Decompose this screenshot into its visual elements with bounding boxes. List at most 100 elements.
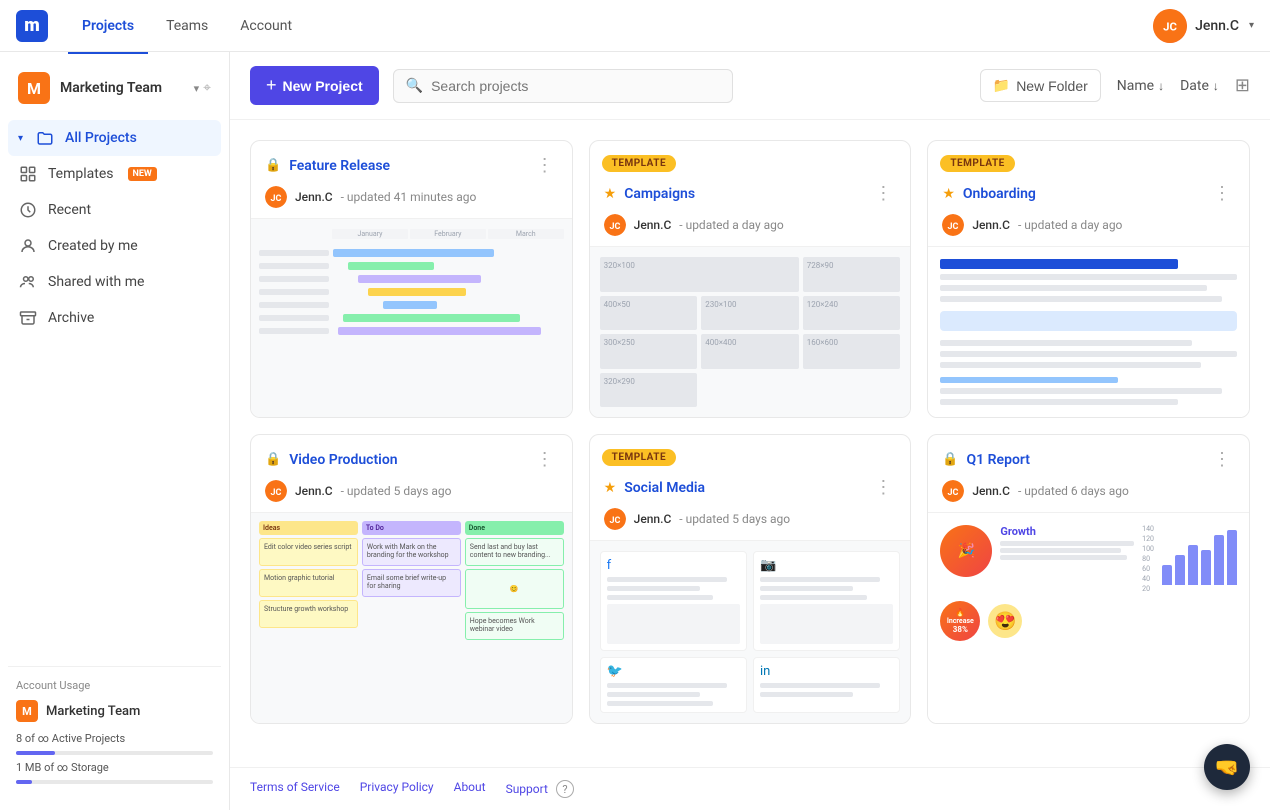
chat-bubble[interactable]: 🤜 [1204,744,1250,790]
account-usage: Account Usage M Marketing Team 8 of ∞ Ac… [8,666,221,798]
workspace-header[interactable]: M Marketing Team ▾ ⌖ [8,64,221,112]
card-avatar: JC [942,214,964,236]
avatar[interactable]: JC [1153,9,1187,43]
project-card-q1-report[interactable]: 🔒 Q1 Report ⋮ JC Jenn.C - updated 6 days… [927,434,1250,724]
card-preview-kanban: Ideas Edit color video series script Mot… [251,512,572,723]
sidebar-item-label: Shared with me [48,274,144,290]
card-updated: - updated a day ago [679,218,783,232]
project-card-social-media[interactable]: TEMPLATE ★ Social Media ⋮ JC Jenn.C - up… [589,434,912,724]
footer-terms-link[interactable]: Terms of Service [250,780,340,798]
new-folder-label: New Folder [1016,78,1088,94]
help-icon[interactable]: ? [556,780,574,798]
card-avatar: JC [942,480,964,502]
card-author: Jenn.C [972,218,1010,232]
new-folder-button[interactable]: 📁 New Folder [980,69,1101,102]
projects-grid: 🔒 Feature Release ⋮ JC Jenn.C - updated … [230,120,1270,767]
top-nav: m Projects Teams Account JC Jenn.C ▾ [0,0,1270,52]
nav-teams[interactable]: Teams [152,12,222,40]
sidebar-item-label: Archive [48,310,94,326]
footer-about-link[interactable]: About [454,780,486,798]
sidebar-item-created-by-me[interactable]: Created by me [8,228,221,264]
recent-icon [18,200,38,220]
template-badge: TEMPLATE [940,155,1014,172]
card-updated: - updated a day ago [1018,218,1122,232]
new-project-button[interactable]: + New Project [250,66,379,105]
lock-icon: 🔒 [942,452,958,467]
footer: Terms of Service Privacy Policy About Su… [230,767,1270,810]
folder-icon [35,128,55,148]
project-card-onboarding[interactable]: TEMPLATE ★ Onboarding ⋮ JC Jenn.C - upda… [927,140,1250,418]
sidebar-item-archive[interactable]: Archive [8,300,221,336]
card-menu-button[interactable]: ⋮ [532,153,558,178]
new-project-label: New Project [283,78,363,94]
grid-view-button[interactable]: ⊞ [1235,75,1250,96]
nav-projects[interactable]: Projects [68,12,148,40]
group-icon [18,272,38,292]
svg-text:JC: JC [609,222,620,232]
sort-date-label: Date [1180,78,1209,94]
user-name[interactable]: Jenn.C [1195,18,1239,34]
folder-plus-icon: 📁 [993,77,1010,94]
card-title: Feature Release [289,158,523,174]
card-preview-report: 🎉 Growth 14012010080604020 [928,512,1249,723]
card-updated: - updated 5 days ago [341,484,452,498]
user-menu-chevron[interactable]: ▾ [1249,20,1254,31]
nav-account[interactable]: Account [226,12,306,40]
header-actions: 📁 New Folder Name ↓ Date ↓ ⊞ [980,69,1250,102]
active-projects-bar [16,751,213,755]
template-badge: TEMPLATE [602,155,676,172]
card-author: Jenn.C [295,190,333,204]
project-card-video-production[interactable]: 🔒 Video Production ⋮ JC Jenn.C - updated… [250,434,573,724]
sidebar-nav: ▾ All Projects Templates NEW Recent [8,120,221,336]
card-preview-wireframe: 320×100 728×90 400×50 230×100 120×240 30… [590,246,911,417]
active-projects-stat: 8 of ∞ Active Projects [16,732,213,745]
sidebar-item-all-projects[interactable]: ▾ All Projects [8,120,221,156]
card-menu-button[interactable]: ⋮ [1209,447,1235,472]
search-box[interactable]: 🔍 [393,69,733,103]
sidebar-item-recent[interactable]: Recent [8,192,221,228]
usage-label: Account Usage [16,679,213,692]
card-avatar: JC [265,480,287,502]
svg-text:JC: JC [609,516,620,526]
project-card-feature-release[interactable]: 🔒 Feature Release ⋮ JC Jenn.C - updated … [250,140,573,418]
cursor-icon: ⌖ [203,80,211,96]
card-menu-button[interactable]: ⋮ [870,475,896,500]
content-header: + New Project 🔍 📁 New Folder Name ↓ Date [230,52,1270,120]
card-preview-gantt: January February March [251,218,572,417]
card-updated: - updated 6 days ago [1018,484,1129,498]
search-input[interactable] [431,78,720,94]
card-title: Q1 Report [967,452,1201,468]
card-title: Video Production [289,452,523,468]
sidebar: M Marketing Team ▾ ⌖ ▾ All Projects Temp… [0,52,230,810]
svg-text:JC: JC [271,488,282,498]
svg-text:JC: JC [948,488,959,498]
template-badge: TEMPLATE [602,449,676,466]
star-icon: ★ [604,480,617,496]
project-card-campaigns[interactable]: TEMPLATE ★ Campaigns ⋮ JC Jenn.C - updat… [589,140,912,418]
card-menu-button[interactable]: ⋮ [870,181,896,206]
chat-icon: 🤜 [1215,755,1240,779]
card-preview-doc [928,246,1249,417]
card-menu-button[interactable]: ⋮ [532,447,558,472]
card-updated: - updated 5 days ago [679,512,790,526]
workspace-name: Marketing Team [60,80,194,96]
sort-name-button[interactable]: Name ↓ [1117,78,1164,94]
lock-icon: 🔒 [265,158,281,173]
card-author: Jenn.C [634,218,672,232]
card-menu-button[interactable]: ⋮ [1209,181,1235,206]
new-badge: NEW [128,167,157,181]
workspace-chevron-icon: ▾ [194,82,200,95]
sidebar-item-label: All Projects [65,130,137,146]
sidebar-item-templates[interactable]: Templates NEW [8,156,221,192]
nav-right: JC Jenn.C ▾ [1153,9,1254,43]
card-author: Jenn.C [634,512,672,526]
footer-support-link[interactable]: Support [506,782,548,796]
footer-privacy-link[interactable]: Privacy Policy [360,780,434,798]
sidebar-item-shared-with-me[interactable]: Shared with me [8,264,221,300]
sort-date-button[interactable]: Date ↓ [1180,78,1219,94]
storage-stat: 1 MB of ∞ Storage [16,761,213,774]
person-icon [18,236,38,256]
star-icon: ★ [604,186,617,202]
card-author: Jenn.C [972,484,1010,498]
app-logo[interactable]: m [16,10,48,42]
